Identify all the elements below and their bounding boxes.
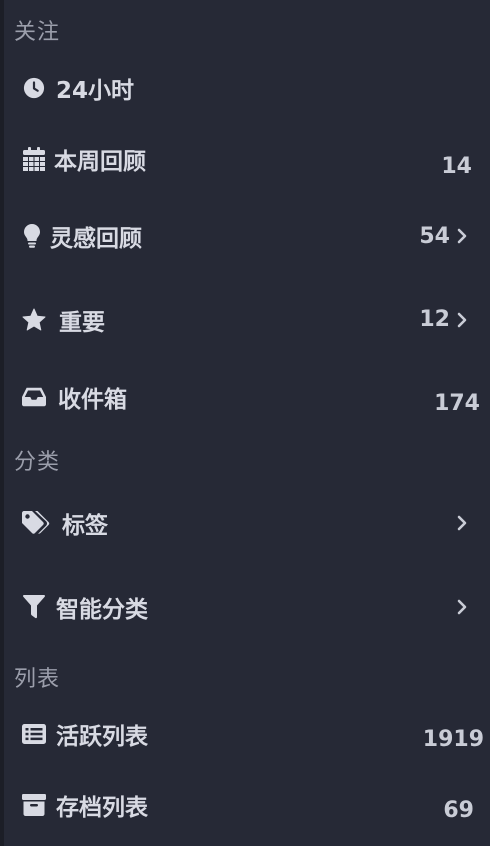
filter-icon bbox=[22, 595, 46, 619]
item-count: 69 bbox=[443, 798, 474, 823]
sidebar-item-label: 重要 bbox=[59, 310, 105, 336]
sidebar-item-smart-category[interactable]: 智能分类 bbox=[0, 582, 490, 632]
sidebar-item-active-lists[interactable]: 活跃列表 1919 bbox=[0, 709, 490, 759]
sidebar-item-label: 智能分类 bbox=[56, 597, 148, 623]
item-count: 12 bbox=[419, 307, 450, 332]
sidebar-item-inspiration-review[interactable]: 灵感回顾 54 bbox=[0, 211, 490, 261]
calendar-icon bbox=[22, 147, 46, 171]
sidebar-item-important[interactable]: 重要 12 bbox=[0, 295, 490, 345]
archive-icon bbox=[22, 793, 46, 817]
item-count: 54 bbox=[419, 224, 450, 249]
tags-icon bbox=[22, 511, 52, 535]
clock-icon bbox=[22, 76, 46, 100]
item-count: 1919 bbox=[422, 727, 484, 752]
star-icon bbox=[22, 308, 46, 332]
list-icon bbox=[22, 722, 46, 746]
item-count: 174 bbox=[434, 391, 480, 416]
sidebar-item-label: 本周回顾 bbox=[54, 149, 146, 175]
sidebar-item-label: 标签 bbox=[62, 513, 108, 539]
lightbulb-icon bbox=[20, 224, 44, 248]
section-header-category: 分类 bbox=[14, 450, 61, 475]
sidebar-item-label: 活跃列表 bbox=[56, 724, 148, 750]
sidebar-item-label: 灵感回顾 bbox=[50, 226, 142, 252]
section-header-lists: 列表 bbox=[14, 667, 61, 692]
chevron-right-icon bbox=[457, 228, 467, 244]
chevron-right-icon bbox=[457, 312, 467, 328]
section-header-follow: 关注 bbox=[14, 20, 61, 45]
sidebar-item-week-review[interactable]: 本周回顾 14 bbox=[0, 134, 490, 184]
sidebar-item-tags[interactable]: 标签 bbox=[0, 498, 490, 548]
sidebar-item-label: 收件箱 bbox=[58, 387, 127, 413]
item-count: 14 bbox=[441, 154, 472, 179]
chevron-right-icon bbox=[457, 599, 467, 615]
inbox-icon bbox=[22, 385, 46, 409]
sidebar-item-inbox[interactable]: 收件箱 174 bbox=[0, 372, 490, 422]
sidebar-item-archived-lists[interactable]: 存档列表 69 bbox=[0, 780, 490, 830]
sidebar-item-label: 存档列表 bbox=[56, 795, 148, 821]
sidebar-item-24-hours[interactable]: 24小时 bbox=[0, 63, 490, 113]
chevron-right-icon bbox=[457, 515, 467, 531]
sidebar-item-label: 24小时 bbox=[56, 78, 135, 104]
